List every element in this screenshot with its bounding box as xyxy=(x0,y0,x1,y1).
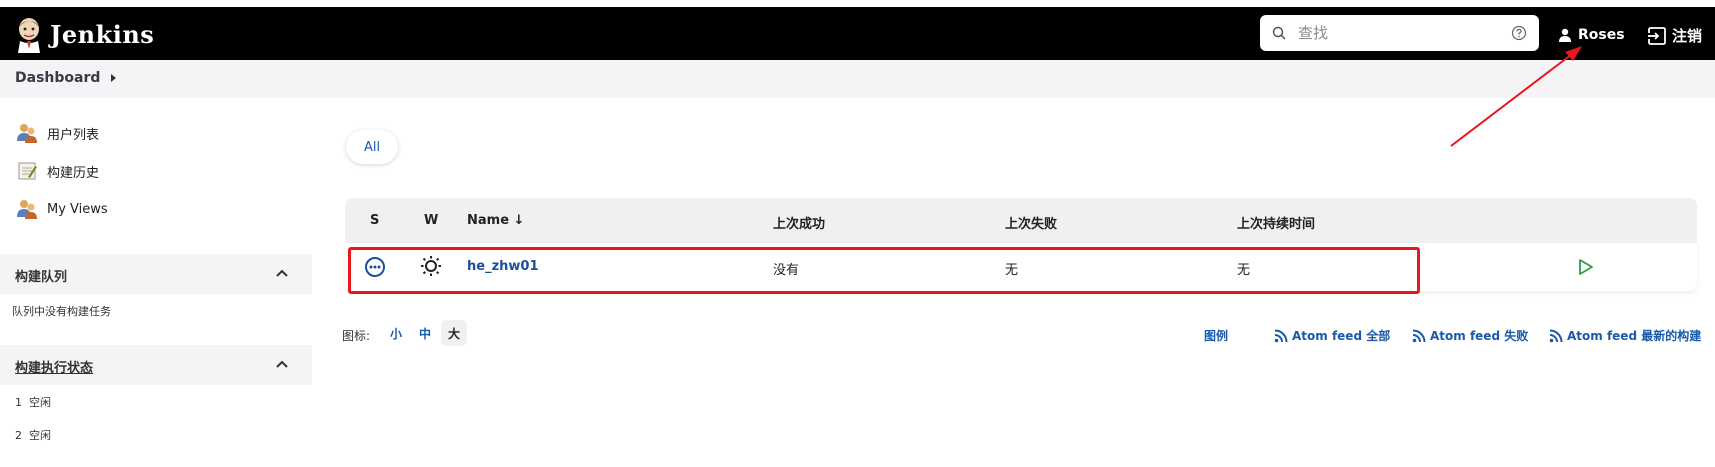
column-name[interactable]: Name ↓ xyxy=(467,213,524,228)
logout-button[interactable]: 注销 xyxy=(1648,25,1702,46)
atom-feed-all-label: Atom feed 全部 xyxy=(1292,329,1391,343)
column-last-failure[interactable]: 上次失败 xyxy=(1005,213,1057,232)
sidebar-item-users[interactable]: 用户列表 xyxy=(16,122,99,144)
build-queue-header[interactable]: 构建队列 xyxy=(0,254,312,294)
not-built-icon[interactable] xyxy=(364,256,386,278)
app-name: Jenkins xyxy=(50,19,155,49)
breadcrumb-dashboard[interactable]: Dashboard xyxy=(15,70,100,86)
tab-all[interactable]: All xyxy=(346,130,398,164)
sunny-icon[interactable] xyxy=(420,255,442,277)
sidebar-item-label: 用户列表 xyxy=(47,127,100,143)
icon-size-label: 图标: xyxy=(342,329,371,343)
sidebar-item-build-history[interactable]: 构建历史 xyxy=(16,160,99,182)
atom-feed-latest-label: Atom feed 最新的构建 xyxy=(1567,329,1702,343)
search-box xyxy=(1260,15,1539,51)
executors-title[interactable]: 构建执行状态 xyxy=(15,357,93,376)
job-table-header: S W Name ↓ 上次成功 上次失败 上次持续时间 xyxy=(345,198,1697,243)
column-last-duration[interactable]: 上次持续时间 xyxy=(1237,213,1315,232)
rss-icon xyxy=(1274,329,1288,342)
user-menu[interactable]: Roses xyxy=(1558,27,1625,43)
atom-feed-latest-link[interactable]: Atom feed 最新的构建 xyxy=(1549,327,1701,344)
users-icon xyxy=(17,200,37,219)
sidebar-item-my-views[interactable]: My Views xyxy=(16,198,108,220)
user-name: Roses xyxy=(1578,27,1625,43)
executor-number: 2 xyxy=(15,429,22,442)
search-icon xyxy=(1272,26,1286,40)
jenkins-logo-icon xyxy=(18,18,40,53)
legend-bar: 图标: 小 中 大 图例 Atom feed 全部 Atom feed 失败 A… xyxy=(342,318,1702,350)
legend-label: 图例 xyxy=(1204,329,1229,343)
sidebar-item-label: 构建历史 xyxy=(47,165,100,181)
last-failure-cell: 无 xyxy=(1005,263,1019,278)
logout-label: 注销 xyxy=(1672,27,1703,45)
play-icon[interactable] xyxy=(1578,258,1594,276)
help-icon[interactable] xyxy=(1511,25,1527,41)
executor-number: 1 xyxy=(15,396,22,409)
breadcrumb: Dashboard xyxy=(0,60,1715,98)
column-last-success[interactable]: 上次成功 xyxy=(773,213,825,232)
legend-link[interactable]: 图例 xyxy=(1204,327,1228,344)
executor-item: 2 空闲 xyxy=(15,427,51,443)
atom-feed-failed-label: Atom feed 失败 xyxy=(1430,329,1529,343)
logout-icon xyxy=(1648,26,1666,45)
last-success-cell: 没有 xyxy=(773,263,800,278)
column-weather[interactable]: W xyxy=(424,213,438,228)
jenkins-home-link[interactable]: Jenkins xyxy=(14,15,154,53)
search-input[interactable] xyxy=(1298,21,1498,45)
notepad-icon xyxy=(18,162,37,180)
rss-icon xyxy=(1549,329,1563,342)
last-duration-cell: 无 xyxy=(1237,263,1251,278)
build-queue-title: 构建队列 xyxy=(15,270,68,285)
column-status[interactable]: S xyxy=(370,213,379,228)
atom-feed-all-link[interactable]: Atom feed 全部 xyxy=(1274,327,1390,344)
chevron-up-icon[interactable] xyxy=(275,268,289,278)
table-row: he_zhw01 没有 无 无 xyxy=(345,243,1697,291)
job-name-link[interactable]: he_zhw01 xyxy=(467,259,539,274)
executor-status: 空闲 xyxy=(29,429,51,442)
chevron-up-icon[interactable] xyxy=(275,359,289,369)
icon-size-large[interactable]: 大 xyxy=(441,320,467,346)
icon-size-medium[interactable]: 中 xyxy=(412,320,438,346)
breadcrumb-chevron-icon[interactable] xyxy=(111,74,116,82)
users-icon xyxy=(17,124,37,143)
executor-status: 空闲 xyxy=(29,396,51,409)
icon-size-small[interactable]: 小 xyxy=(383,320,409,346)
atom-feed-failed-link[interactable]: Atom feed 失败 xyxy=(1412,327,1528,344)
executor-item: 1 空闲 xyxy=(15,394,51,410)
executors-header[interactable]: 构建执行状态 xyxy=(0,345,312,385)
build-queue-empty: 队列中没有构建任务 xyxy=(12,305,111,318)
top-strip xyxy=(0,0,1715,7)
rss-icon xyxy=(1412,329,1426,342)
user-icon xyxy=(1559,28,1571,42)
sidebar-item-label: My Views xyxy=(47,201,108,217)
page-header: Jenkins Roses 注销 xyxy=(0,7,1715,60)
